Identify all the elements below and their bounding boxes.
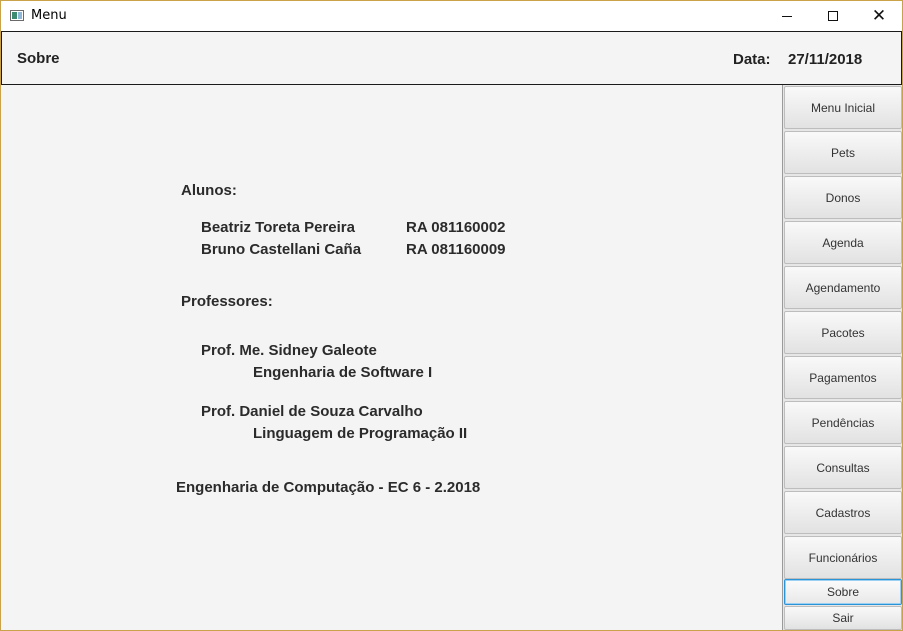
date-value: 27/11/2018: [788, 51, 863, 68]
close-icon: ✕: [871, 5, 887, 26]
professor-subject: Engenharia de Software I: [253, 364, 433, 381]
sidebar-item-cadastros[interactable]: Cadastros: [784, 491, 902, 534]
student-ra: RA 081160009: [406, 241, 506, 258]
student-name: Bruno Castellani Caña: [201, 241, 362, 258]
page-title: Sobre: [17, 50, 60, 67]
application-window: Menu ✕ Sobre Data: 27/11/2018 Alunos: Be…: [0, 0, 903, 631]
sidebar-item-pacotes[interactable]: Pacotes: [784, 311, 902, 354]
about-panel: Alunos: Beatriz Toreta Pereira RA 081160…: [1, 85, 782, 630]
maximize-icon: [828, 11, 838, 21]
minimize-icon: [782, 15, 792, 17]
sidebar-item-sair[interactable]: Sair: [784, 606, 902, 630]
title-bar[interactable]: Menu ✕: [1, 1, 902, 31]
sidebar-item-donos[interactable]: Donos: [784, 176, 902, 219]
sidebar-item-pets[interactable]: Pets: [784, 131, 902, 174]
sidebar-item-pagamentos[interactable]: Pagamentos: [784, 356, 902, 399]
sidebar-item-sobre[interactable]: Sobre: [784, 579, 902, 605]
date-label: Data:: [733, 51, 771, 68]
sidebar-item-funcionarios[interactable]: Funcionários: [784, 536, 902, 579]
window-title: Menu: [31, 8, 67, 23]
minimize-button[interactable]: [764, 1, 810, 31]
student-name: Beatriz Toreta Pereira: [201, 219, 355, 236]
sidebar-item-consultas[interactable]: Consultas: [784, 446, 902, 489]
professor-name: Prof. Daniel de Souza Carvalho: [201, 403, 423, 420]
sidebar-item-menu-inicial[interactable]: Menu Inicial: [784, 86, 902, 129]
professors-heading: Professores:: [181, 293, 273, 310]
student-ra: RA 081160002: [406, 219, 506, 236]
sidebar-item-agenda[interactable]: Agenda: [784, 221, 902, 264]
professor-subject: Linguagem de Programação II: [253, 425, 468, 442]
professor-name: Prof. Me. Sidney Galeote: [201, 342, 377, 359]
sidebar-item-agendamento[interactable]: Agendamento: [784, 266, 902, 309]
maximize-button[interactable]: [810, 1, 856, 31]
course-info: Engenharia de Computação - EC 6 - 2.2018: [176, 479, 481, 496]
close-button[interactable]: ✕: [856, 1, 902, 31]
sidebar-item-pendencias[interactable]: Pendências: [784, 401, 902, 444]
sidebar-nav: Menu Inicial Pets Donos Agenda Agendamen…: [782, 85, 902, 630]
students-heading: Alunos:: [181, 182, 237, 199]
app-window-icon: [10, 10, 24, 21]
page-header: Sobre Data: 27/11/2018: [1, 31, 902, 85]
